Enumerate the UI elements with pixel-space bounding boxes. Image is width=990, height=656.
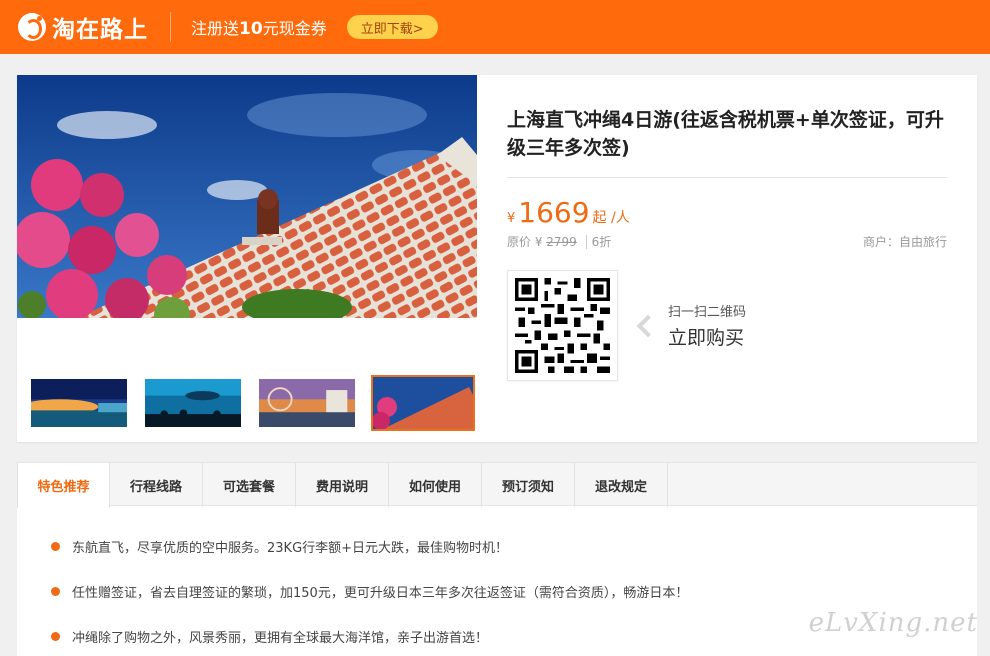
discount-badge: 6折 [585,235,612,249]
promo-amount: 10 [239,19,263,39]
price-unit: 起 /人 [592,210,630,226]
promo-suffix: 元现金券 [262,19,327,38]
price-row: ¥ 1669 起 /人 [507,196,947,229]
tab-itinerary[interactable]: 行程线路 [110,463,203,507]
thumbnail-night-coast[interactable] [29,377,129,429]
original-price: 2799 [546,235,577,249]
top-bar: 淘在路上 注册送10元现金券 立即下载> [0,0,990,54]
thumbnail-roof-tiles[interactable] [371,375,475,431]
merchant-label: 商户：自由旅行 [862,235,947,249]
tab-fees[interactable]: 费用说明 [296,463,389,507]
brand-logo[interactable]: 淘在路上 [18,0,148,54]
okinawa-roof-photo [17,75,477,318]
tab-refund-policy[interactable]: 退改规定 [575,463,668,507]
price-meta-row: 原价 ¥ 2799 6折 商户：自由旅行 [507,233,947,250]
download-button[interactable]: 立即下载> [346,15,438,39]
header-divider [170,12,171,42]
tab-booking-notes[interactable]: 预订须知 [482,463,575,507]
bullet-icon [51,587,60,596]
qr-hint: 扫一扫二维码 立即购买 [668,301,746,350]
feature-text: 任性赠签证，省去自理签证的繁琐，加150元，更可升级日本三年多次往返签证（需符合… [72,586,689,601]
promo-text: 注册送10元现金券 [191,15,327,39]
night-coast-image [31,379,127,427]
product-title: 上海直飞冲绳4日游(往返含税机票+单次签证，可升级三年多次签) [507,109,944,159]
title-divider [507,177,947,178]
product-card: 上海直飞冲绳4日游(往返含税机票+单次签证，可升级三年多次签) ¥ 1669 起… [17,75,977,442]
brand-name: 淘在路上 [52,17,148,43]
original-price-label: 原价 ¥ [507,235,543,249]
tab-features[interactable]: 特色推荐 [17,463,110,508]
qr-code[interactable] [507,270,618,381]
ferris-wheel-image [259,379,355,427]
chevron-left-icon [636,314,660,337]
aquarium-image [145,379,241,427]
bullet-icon [51,542,60,551]
currency-symbol: ¥ [507,211,516,226]
detail-tabs: 特色推荐 行程线路 可选套餐 费用说明 如何使用 预订须知 退改规定 [17,462,977,508]
site-watermark: eLvXing.net [808,608,978,638]
promo-prefix: 注册送 [191,19,240,38]
tab-packages[interactable]: 可选套餐 [203,463,296,507]
original-price-group: 原价 ¥ 2799 6折 [507,233,612,250]
thumbnail-strip [29,375,489,431]
qr-purchase-row: 扫一扫二维码 立即购买 [507,270,947,381]
snail-logo-icon [18,13,46,41]
tab-how-to-use[interactable]: 如何使用 [389,463,482,507]
qr-scan-text: 扫一扫二维码 [668,305,747,320]
bullet-icon [51,632,60,641]
thumbnail-aquarium[interactable] [143,377,243,429]
current-price: 1669 [518,196,590,229]
feature-text: 冲绳除了购物之外，风景秀丽，更拥有全球最大海洋馆，亲子出游首选！ [72,631,489,646]
feature-text: 东航直飞，尽享优质的空中服务。23KG行李额+日元大跌，最佳购物时机！ [72,541,509,556]
thumbnail-ferris-wheel[interactable] [257,377,357,429]
roof-tiles-image [373,377,473,429]
product-info: 上海直飞冲绳4日游(往返含税机票+单次签证，可升级三年多次签) ¥ 1669 起… [507,75,947,381]
list-item: 东航直飞，尽享优质的空中服务。23KG行李额+日元大跌，最佳购物时机！ [51,524,977,569]
qr-code-icon [515,278,610,373]
main-photo [17,75,477,318]
buy-now-text[interactable]: 立即购买 [668,323,746,350]
